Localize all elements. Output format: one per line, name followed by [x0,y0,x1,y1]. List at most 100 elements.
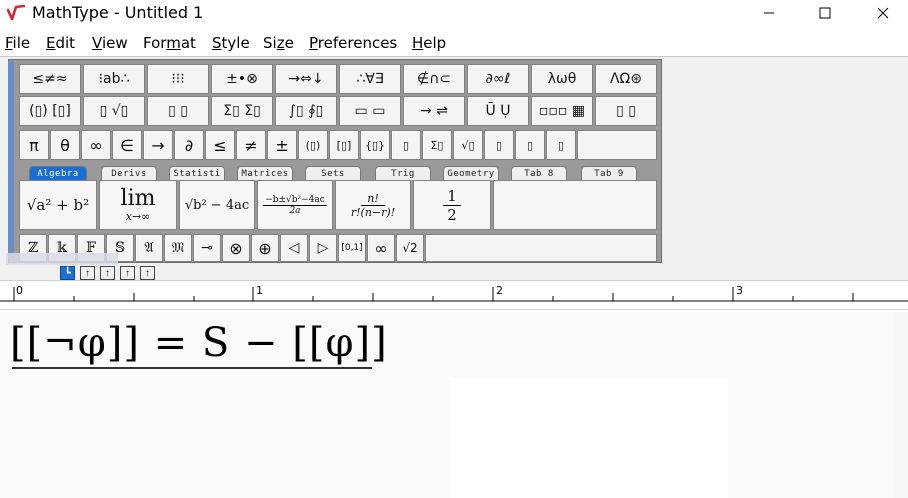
underbar-overbar-palette-button[interactable]: ▭ ▭ [339,96,401,126]
tab-statistics[interactable]: Statisti [169,166,225,180]
tab-9[interactable]: Tab 9 [581,166,637,180]
summation-palette-button[interactable]: Σ▯ Σ▯ [211,96,273,126]
relations-palette-button[interactable]: ≤≠≈ [19,64,81,94]
relation-tab-stop-button[interactable]: ↑ [120,266,135,280]
integrals-palette-button[interactable]: ∫▯ ∮▯ [275,96,337,126]
element-of-symbol-button[interactable]: ∈ [112,130,142,160]
tab-8[interactable]: Tab 8 [511,166,567,180]
decimal-tab-stop-button[interactable]: ↑ [140,266,155,280]
infinity-button[interactable]: ∞ [367,234,395,262]
multimap-button[interactable]: ⊸ [193,234,221,262]
unit-interval-button[interactable]: [0,1] [338,234,366,262]
template-combination[interactable]: n! r!(n−r)! [335,180,411,230]
tab-algebra[interactable]: Algebra [29,166,87,180]
set-theory-palette-button[interactable]: ∉∩⊂ [403,64,465,94]
sqrt-template-button[interactable]: √▯ [453,130,483,160]
template-sqrt-sum[interactable]: √a² + b² [19,180,97,230]
greek-lower-palette-button[interactable]: λωθ [531,64,593,94]
left-tab-stop-button[interactable]: ┗ [60,266,75,280]
braces-template-button[interactable]: {▯} [360,130,390,160]
mathtype-logo-icon [7,4,25,21]
not-equal-symbol-button[interactable]: ≠ [236,130,266,160]
plus-minus-symbol-button[interactable]: ± [267,130,297,160]
pi-symbol-button[interactable]: π [19,130,49,160]
ruler[interactable]: 0 1 2 3 [0,280,908,310]
left-triangle-button[interactable]: ◁ [280,234,308,262]
right-tab-icon: ↑ [105,267,110,279]
products-set-palette-button[interactable]: Ū Ụ [467,96,529,126]
sqrt-two-button[interactable]: √2 [396,234,424,262]
brackets-template-button[interactable]: [▯] [329,130,359,160]
infinity-symbol-button[interactable]: ∞ [81,130,111,160]
menu-size[interactable]: Size [263,34,294,52]
title-bar: MathType - Untitled 1 [0,0,908,26]
parentheses-template-button[interactable]: (▯) [298,130,328,160]
sum-template-button[interactable]: Σ▯ [422,130,452,160]
sub-superscript-template-button[interactable]: ▯ [546,130,576,160]
matrices-palette-button[interactable]: ▫▫▫ ▦ [531,96,593,126]
ruler-number: 1 [256,284,263,297]
partial-symbol-button[interactable]: ∂ [174,130,204,160]
labeled-arrows-palette-button[interactable]: → ⇌ [403,96,465,126]
palette-frame: ≤≠≈ ⁝ab∴ ⁝⁝⁝ ±•⊗ →⇔↓ ∴∀∃ ∉∩⊂ ∂∞ℓ λωθ ΛΩ⊛… [8,59,662,263]
tab-trig[interactable]: Trig [375,166,431,180]
fractions-radicals-palette-button[interactable]: ▯ √▯ [83,96,145,126]
menu-file[interactable]: File [5,34,30,52]
logic-palette-button[interactable]: ∴∀∃ [339,64,401,94]
combination-numerator: n! [361,192,385,206]
menu-mnemonic: S [212,34,222,52]
fraction-template-button[interactable]: ▯ [391,130,421,160]
menu-label: tyle [221,34,250,52]
circled-plus-button[interactable]: ⊕ [251,234,279,262]
embellishments-palette-button[interactable]: ⁝⁝⁝ [147,64,209,94]
center-tab-stop-button[interactable]: ↑ [80,266,95,280]
subscript-template-button[interactable]: ▯ [515,130,545,160]
subscripts-palette-button[interactable]: ▯ ▯ [147,96,209,126]
superscript-template-button[interactable]: ▯ [484,130,514,160]
menu-format[interactable]: Format [143,34,196,52]
maximize-button[interactable] [802,0,848,26]
right-arrow-symbol-button[interactable]: → [143,130,173,160]
minimize-button[interactable] [746,0,792,26]
misc-symbols-palette-button[interactable]: ∂∞ℓ [467,64,529,94]
theta-symbol-button[interactable]: θ [50,130,80,160]
less-equal-symbol-button[interactable]: ≤ [205,130,235,160]
fraktur-m-button[interactable]: 𝔐 [164,234,192,262]
template-one-half[interactable]: 1 2 [413,180,491,230]
equation-display[interactable]: [[¬φ]] = S − [[φ]] [10,320,388,366]
menu-mnemonic: z [276,34,285,52]
template-quadratic[interactable]: −b±√b²−4ac 2a [257,180,333,230]
empty-template-slot [493,180,657,230]
fences-palette-button[interactable]: (▯) [▯] [19,96,81,126]
arrows-palette-button[interactable]: →⇔↓ [275,64,337,94]
menu-preferences[interactable]: Preferences [309,34,397,52]
fraktur-a-button[interactable]: 𝔄 [135,234,163,262]
relation-tab-icon: ↑ [125,267,130,279]
maximize-icon [819,7,831,19]
menu-help[interactable]: Help [412,34,446,52]
tab-sets[interactable]: Sets [305,166,361,180]
template-limit[interactable]: lim x→∞ [99,180,177,230]
close-icon [877,7,889,19]
template-sqrt-discriminant[interactable]: √b² − 4ac [179,180,255,230]
greek-upper-palette-button[interactable]: ΛΩ⊛ [595,64,657,94]
right-triangle-button[interactable]: ▷ [309,234,337,262]
right-tab-stop-button[interactable]: ↑ [100,266,115,280]
minimize-icon [764,12,774,14]
vertical-scrollbar[interactable] [894,312,908,498]
boxes-palette-button[interactable]: ▯ ▯ [595,96,657,126]
menu-style[interactable]: Style [212,34,250,52]
operators-palette-button[interactable]: ±•⊗ [211,64,273,94]
toolbar-grip[interactable] [8,61,14,259]
close-button[interactable] [860,0,906,26]
menu-label: at [180,34,196,52]
tab-geometry[interactable]: Geometry [443,166,499,180]
tab-matrices[interactable]: Matrices [237,166,293,180]
tab-derivs[interactable]: Derivs [101,166,157,180]
menu-edit[interactable]: Edit [46,34,75,52]
menu-view[interactable]: View [92,34,128,52]
half-denominator: 2 [447,205,457,224]
spaces-ellipses-palette-button[interactable]: ⁝ab∴ [83,64,145,94]
circled-times-button[interactable]: ⊗ [222,234,250,262]
equation-editor-area[interactable]: [[¬φ]] = S − [[φ]] [0,312,908,498]
